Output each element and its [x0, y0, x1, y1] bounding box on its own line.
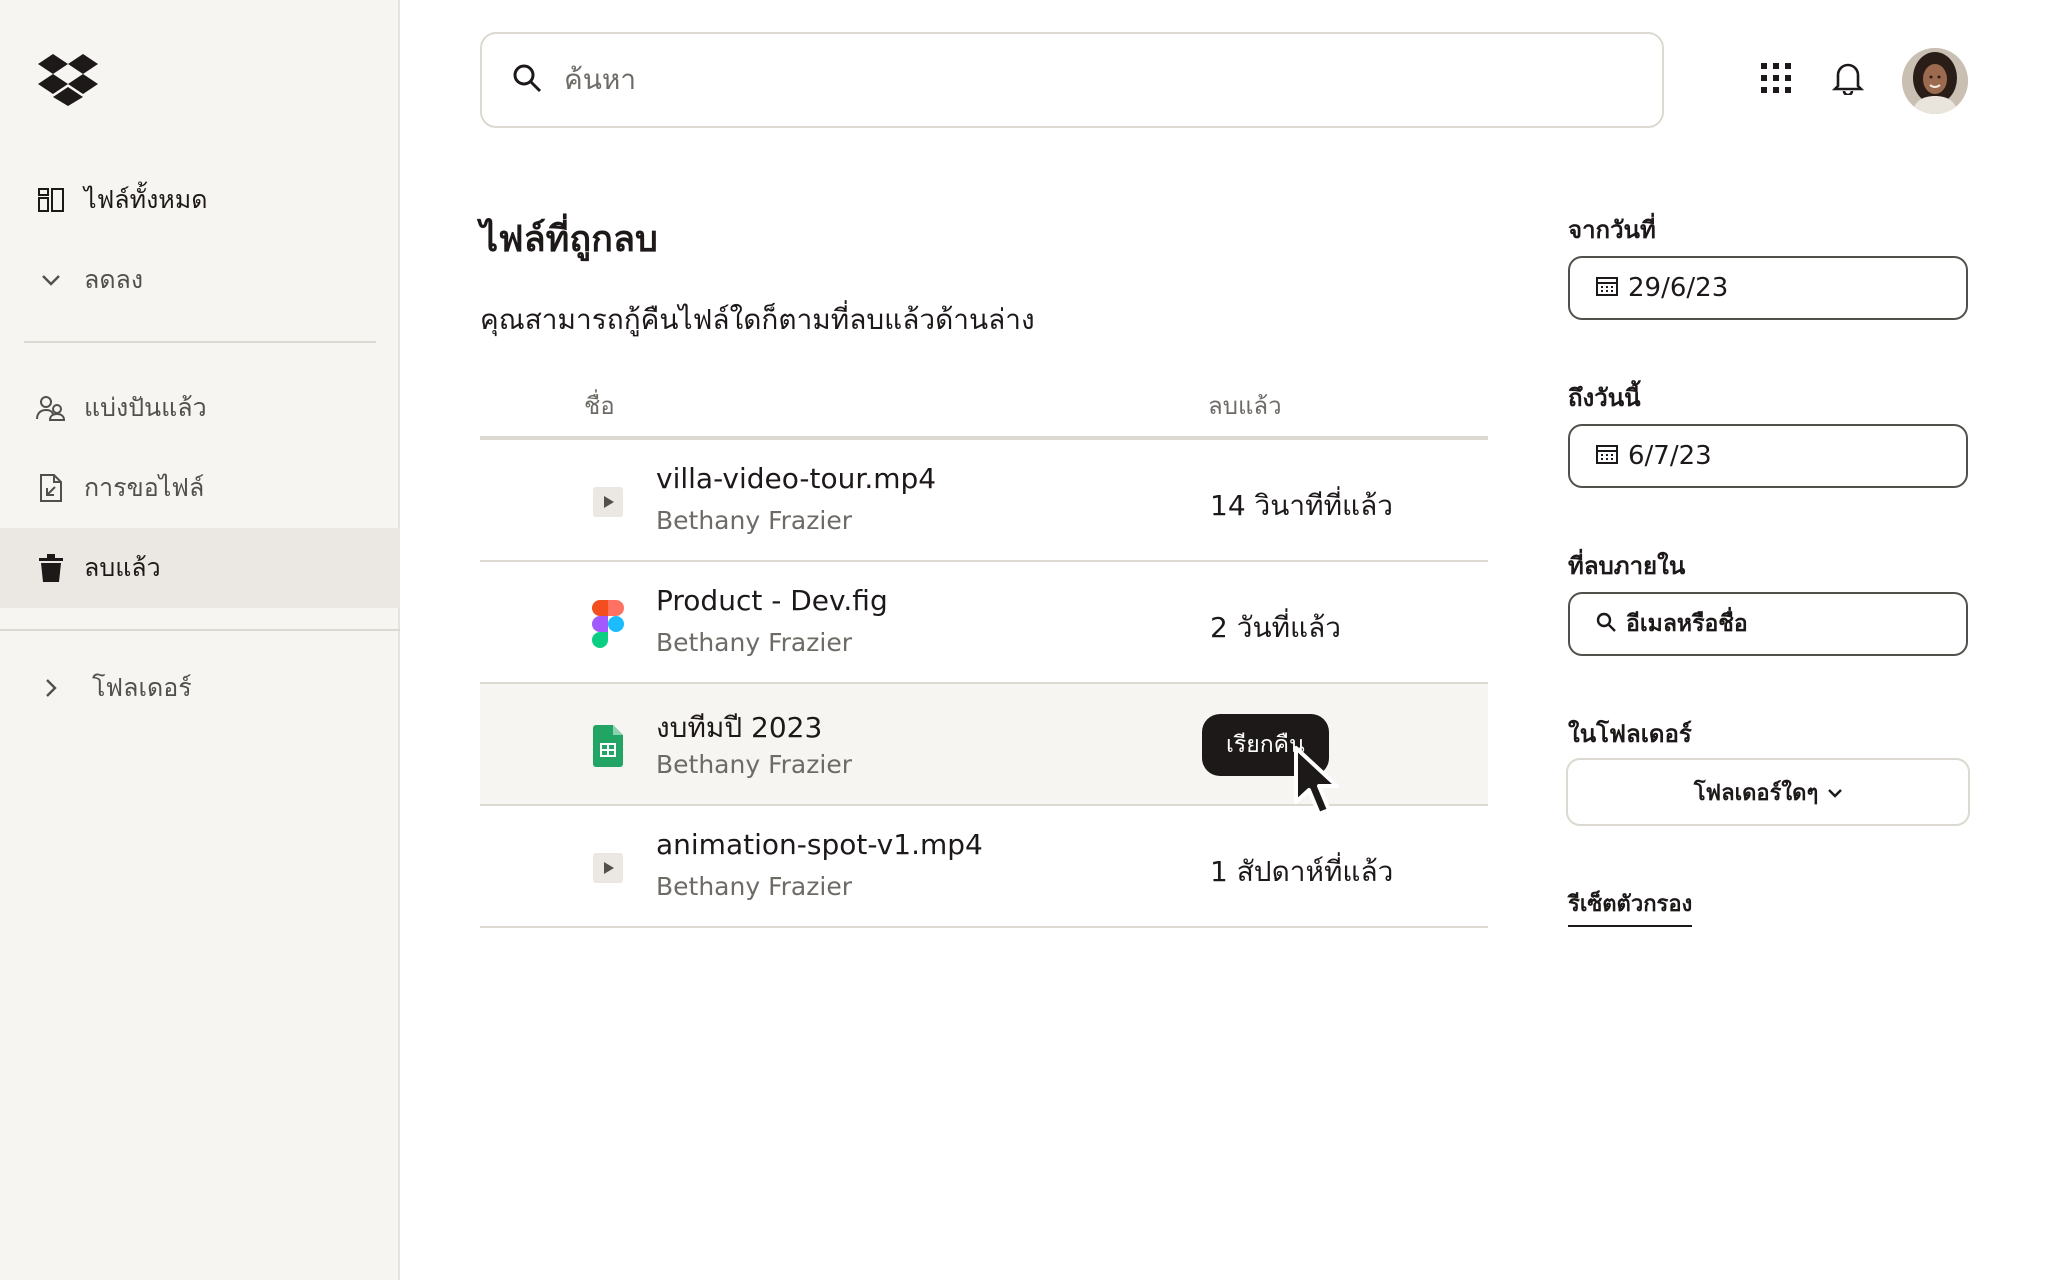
from-date-field[interactable]: 29/6/23	[1568, 256, 1968, 320]
files-icon	[36, 185, 66, 215]
reset-filters-link[interactable]: รีเซ็ตตัวกรอง	[1568, 886, 1693, 927]
sidebar-item-all-files[interactable]: ไฟล์ทั้งหมด	[0, 160, 400, 240]
user-avatar[interactable]	[1902, 48, 1968, 114]
chevron-right-icon	[36, 673, 66, 703]
sheets-file-icon	[588, 724, 628, 768]
trash-icon	[36, 553, 66, 583]
search-icon	[512, 63, 542, 97]
sidebar-divider	[0, 629, 400, 631]
to-date-field[interactable]: 6/7/23	[1568, 424, 1968, 488]
sidebar-item-label: ลบแล้ว	[84, 553, 161, 582]
file-name[interactable]: งบทีมปี 2023	[656, 706, 822, 750]
file-name[interactable]: animation-spot-v1.mp4	[656, 828, 983, 861]
video-file-icon	[588, 846, 628, 890]
calendar-icon	[1596, 444, 1618, 468]
search-placeholder: ค้นหา	[564, 63, 637, 96]
apps-grid-icon[interactable]	[1756, 58, 1796, 98]
folder-select-value: โฟลเดอร์ใดๆ	[1693, 780, 1819, 806]
sidebar-item-collapse[interactable]: ลดลง	[0, 240, 400, 320]
file-name[interactable]: villa-video-tour.mp4	[656, 462, 936, 495]
file-owner: Bethany Frazier	[656, 872, 852, 901]
filter-from-label: จากวันที่	[1568, 216, 1656, 244]
deleted-by-placeholder: อีเมลหรือชื่อ	[1626, 611, 1748, 637]
filter-deleted-by-label: ที่ลบภายใน	[1568, 552, 1686, 580]
page-subtitle: คุณสามารถกู้คืนไฟล์ใดก็ตามที่ลบแล้วด้านล…	[480, 303, 1035, 336]
from-date-value: 29/6/23	[1628, 273, 1729, 303]
dropbox-logo[interactable]	[38, 54, 98, 106]
file-name[interactable]: Product - Dev.fig	[656, 584, 888, 617]
table-row[interactable]: Product - Dev.fig Bethany Frazier 2 วันท…	[480, 562, 1488, 684]
page-title: ไฟล์ที่ถูกลบ	[480, 219, 658, 260]
column-header-deleted[interactable]: ลบแล้ว	[1208, 386, 1282, 425]
table-row-hovered[interactable]: งบทีมปี 2023 Bethany Frazier เรียกคืน	[480, 684, 1488, 816]
to-date-value: 6/7/23	[1628, 441, 1712, 471]
table-row[interactable]: animation-spot-v1.mp4 Bethany Frazier 1 …	[480, 806, 1488, 928]
chevron-down-icon	[1828, 783, 1843, 802]
file-owner: Bethany Frazier	[656, 750, 852, 779]
sidebar-item-shared[interactable]: แบ่งปันแล้ว	[0, 368, 400, 448]
calendar-icon	[1596, 276, 1618, 300]
sidebar-item-deleted[interactable]: ลบแล้ว	[0, 528, 400, 608]
deleted-by-input[interactable]: อีเมลหรือชื่อ	[1568, 592, 1968, 656]
chevron-down-icon	[36, 265, 66, 295]
file-request-icon	[36, 473, 66, 503]
column-header-name[interactable]: ชื่อ	[584, 386, 615, 425]
search-input[interactable]: ค้นหา	[480, 32, 1664, 128]
deleted-time: 14 วินาทีที่แล้ว	[1210, 489, 1393, 522]
sidebar-item-folders[interactable]: โฟลเดอร์	[0, 648, 400, 728]
sidebar-item-label: ลดลง	[84, 265, 144, 294]
figma-file-icon	[588, 600, 628, 648]
filter-folder-label: ในโฟลเดอร์	[1568, 720, 1692, 748]
sidebar: ไฟล์ทั้งหมด ลดลง แบ่งปันแล้ว การขอไฟล์ ล…	[0, 0, 400, 1280]
sidebar-item-label: การขอไฟล์	[84, 473, 205, 502]
filter-to-label: ถึงวันนี้	[1568, 384, 1641, 412]
deleted-time: 1 สัปดาห์ที่แล้ว	[1210, 855, 1394, 888]
sidebar-divider	[24, 341, 376, 343]
deleted-time: 2 วันที่แล้ว	[1210, 611, 1341, 644]
shared-icon	[36, 393, 66, 423]
table-row[interactable]: villa-video-tour.mp4 Bethany Frazier 14 …	[480, 440, 1488, 562]
video-file-icon	[588, 480, 628, 524]
search-icon	[1596, 612, 1616, 636]
sidebar-item-label: ไฟล์ทั้งหมด	[84, 185, 208, 214]
bell-icon[interactable]	[1828, 58, 1868, 98]
file-owner: Bethany Frazier	[656, 506, 852, 535]
file-owner: Bethany Frazier	[656, 628, 852, 657]
folder-select[interactable]: โฟลเดอร์ใดๆ	[1566, 758, 1970, 826]
sidebar-item-label: แบ่งปันแล้ว	[84, 393, 207, 422]
sidebar-item-file-requests[interactable]: การขอไฟล์	[0, 448, 400, 528]
sidebar-item-label: โฟลเดอร์	[92, 673, 192, 702]
